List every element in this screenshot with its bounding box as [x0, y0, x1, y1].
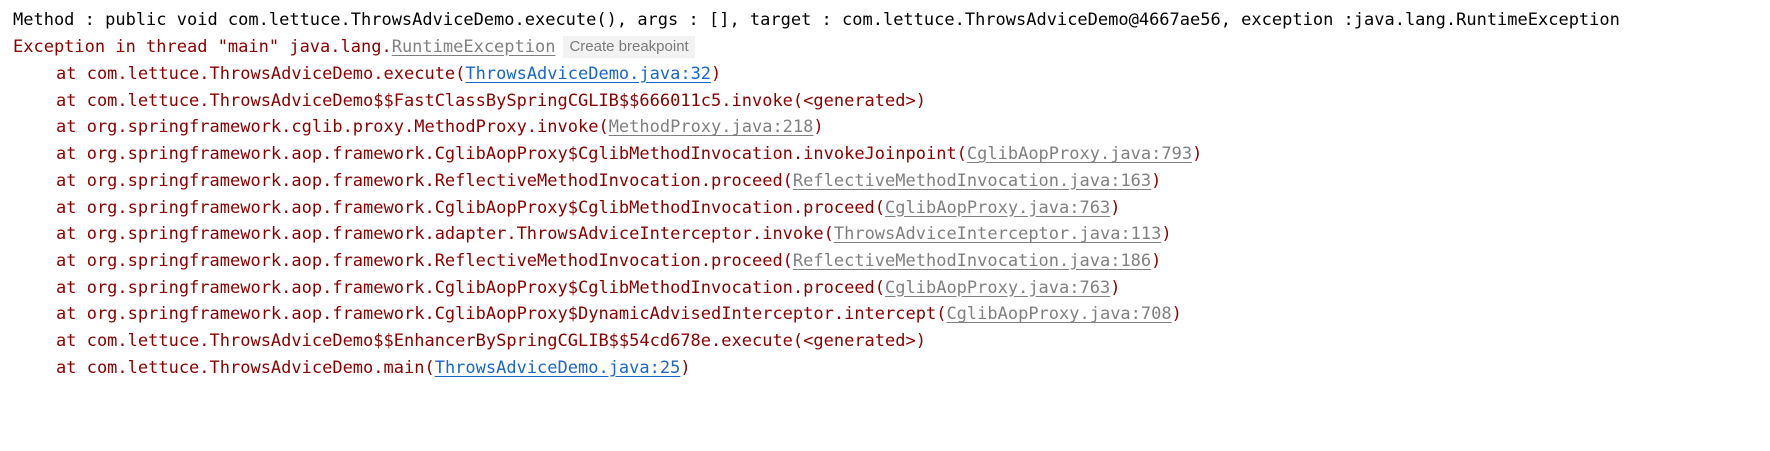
console-output: Method : public void com.lettuce.ThrowsA…	[0, 0, 1770, 451]
stack-frame: at org.springframework.aop.framework.Cgl…	[56, 273, 1120, 303]
source-link[interactable]: ThrowsAdviceDemo.java:25	[435, 358, 681, 378]
stack-frame-text: at com.lettuce.ThrowsAdviceDemo$$FastCla…	[56, 90, 926, 111]
stack-frame-suffix: )	[1110, 277, 1121, 298]
stack-frame-text: at org.springframework.cglib.proxy.Metho…	[56, 117, 609, 138]
stack-frame-suffix: )	[1110, 197, 1121, 218]
stack-frame: at org.springframework.aop.framework.Cgl…	[56, 139, 1202, 169]
stack-frame-suffix: )	[680, 357, 691, 378]
exception-header-text: Exception in thread "main" java.lang.	[13, 37, 392, 57]
exception-class-link[interactable]: RuntimeException	[392, 37, 556, 57]
source-link[interactable]: CglibAopProxy.java:763	[885, 278, 1110, 298]
stack-frame-text: at org.springframework.aop.framework.Cgl…	[56, 304, 947, 325]
stack-frame-text: at org.springframework.aop.framework.Ref…	[56, 250, 793, 271]
stack-frame: at com.lettuce.ThrowsAdviceDemo.execute(…	[56, 59, 721, 89]
source-link[interactable]: MethodProxy.java:218	[609, 117, 814, 137]
stack-frame-text: at com.lettuce.ThrowsAdviceDemo.main(	[56, 357, 435, 378]
create-breakpoint-button[interactable]: Create breakpoint	[563, 36, 695, 58]
stack-frame: at com.lettuce.ThrowsAdviceDemo$$FastCla…	[56, 86, 926, 116]
stack-frame-suffix: )	[1171, 304, 1182, 325]
exception-header: Exception in thread "main" java.lang.Run…	[13, 32, 695, 62]
source-link[interactable]: ThrowsAdviceInterceptor.java:113	[834, 224, 1162, 244]
previous-line-text: Method : public void com.lettuce.ThrowsA…	[13, 0, 1620, 4]
stack-frame-text: at com.lettuce.ThrowsAdviceDemo$$Enhance…	[56, 331, 926, 351]
stack-frame: at org.springframework.aop.framework.Cgl…	[56, 299, 1182, 329]
stack-frame-text: at org.springframework.aop.framework.ada…	[56, 224, 834, 245]
source-link[interactable]: CglibAopProxy.java:763	[885, 198, 1110, 218]
stack-frame-suffix: )	[1151, 170, 1162, 191]
source-link[interactable]: ReflectiveMethodInvocation.java:186	[793, 251, 1151, 271]
stack-frame-suffix: )	[711, 64, 722, 84]
stack-frame: at org.springframework.aop.framework.Ref…	[56, 166, 1161, 196]
stack-frame: at org.springframework.aop.framework.ada…	[56, 219, 1172, 249]
stack-frame-text: at org.springframework.aop.framework.Ref…	[56, 170, 793, 191]
stack-frame-text: at org.springframework.aop.framework.Cgl…	[56, 144, 967, 165]
stack-frame-text: at com.lettuce.ThrowsAdviceDemo.execute(	[56, 64, 466, 84]
source-link[interactable]: ThrowsAdviceDemo.java:32	[465, 64, 711, 84]
stack-frame: at org.springframework.aop.framework.Cgl…	[56, 193, 1120, 223]
stack-frame-text: at org.springframework.aop.framework.Cgl…	[56, 197, 886, 218]
stack-frame-suffix: )	[813, 117, 824, 138]
source-link[interactable]: CglibAopProxy.java:708	[946, 304, 1171, 324]
stack-frame-suffix: )	[1192, 144, 1203, 165]
stack-frame-text: at org.springframework.aop.framework.Cgl…	[56, 277, 886, 298]
previous-line-fragment: Method : public void com.lettuce.ThrowsA…	[0, 0, 1770, 4]
stack-frame: at org.springframework.aop.framework.Ref…	[56, 246, 1161, 276]
stack-frame: at com.lettuce.ThrowsAdviceDemo.main(Thr…	[56, 353, 691, 383]
stack-frame-suffix: )	[1161, 224, 1172, 245]
source-link[interactable]: ReflectiveMethodInvocation.java:163	[793, 171, 1151, 191]
stack-frame-suffix: )	[1151, 250, 1162, 271]
stack-frame: at com.lettuce.ThrowsAdviceDemo$$Enhance…	[56, 326, 926, 356]
stack-frame: at org.springframework.cglib.proxy.Metho…	[56, 112, 824, 142]
stdout-line: Method : public void com.lettuce.ThrowsA…	[13, 10, 1620, 30]
source-link[interactable]: CglibAopProxy.java:793	[967, 144, 1192, 164]
